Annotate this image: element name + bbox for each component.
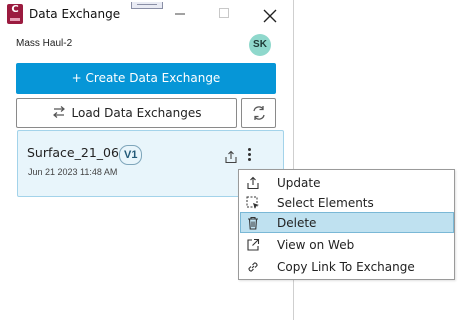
swap-arrows-icon — [52, 100, 66, 128]
title-bar[interactable]: C Data Exchange — [0, 0, 294, 30]
menu-item-update[interactable]: Update — [240, 172, 454, 193]
exchange-date: Jun 21 2023 11:48 AM — [28, 167, 118, 177]
app-icon: C — [7, 4, 23, 24]
minimize-icon — [175, 13, 185, 15]
avatar[interactable]: SK — [249, 34, 271, 56]
window-title: Data Exchange — [29, 7, 121, 21]
load-data-exchanges-label: Load Data Exchanges — [71, 106, 202, 120]
menu-item-label: Select Elements — [277, 196, 374, 210]
upload-icon — [246, 176, 260, 190]
menu-item-label: Delete — [277, 216, 317, 230]
link-icon — [246, 260, 260, 274]
close-icon — [263, 9, 277, 23]
minimize-button[interactable] — [171, 4, 189, 22]
share-button[interactable] — [224, 149, 238, 164]
context-menu: Update Select Elements Delete View on We… — [238, 169, 455, 280]
trash-icon — [246, 216, 260, 230]
refresh-button[interactable] — [241, 98, 276, 128]
menu-item-label: Update — [277, 176, 321, 190]
project-name: Mass Haul-2 — [16, 38, 73, 49]
menu-item-select-elements[interactable]: Select Elements — [240, 192, 454, 213]
maximize-button[interactable] — [219, 8, 229, 18]
create-data-exchange-button[interactable]: + Create Data Exchange — [16, 63, 276, 94]
drag-handle[interactable] — [131, 2, 163, 9]
menu-item-label: View on Web — [277, 238, 355, 252]
app-icon-letter: C — [11, 4, 19, 15]
close-button[interactable] — [261, 3, 279, 23]
exchange-name: Surface_21_06 — [27, 145, 119, 160]
more-options-button[interactable] — [244, 147, 254, 165]
more-vertical-icon — [244, 148, 254, 161]
external-link-icon — [246, 238, 260, 252]
app-icon-bar — [10, 18, 20, 21]
menu-item-label: Copy Link To Exchange — [277, 260, 415, 274]
menu-item-copy-link[interactable]: Copy Link To Exchange — [240, 256, 454, 277]
share-upload-icon — [225, 150, 237, 164]
menu-item-delete[interactable]: Delete — [240, 212, 454, 233]
select-elements-icon — [246, 196, 260, 210]
menu-item-view-on-web[interactable]: View on Web — [240, 234, 454, 255]
refresh-icon — [253, 106, 265, 120]
load-data-exchanges-button[interactable]: Load Data Exchanges — [16, 98, 237, 128]
version-badge: V1 — [119, 145, 143, 165]
